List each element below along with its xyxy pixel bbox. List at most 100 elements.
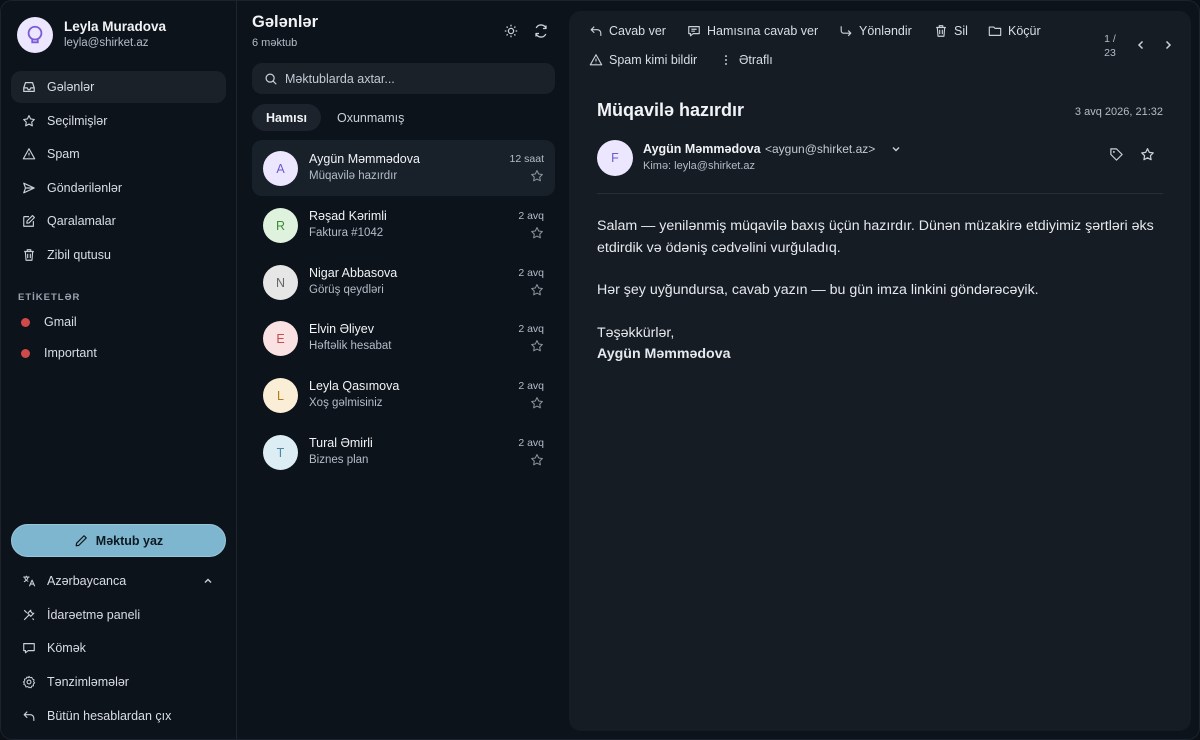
star-icon[interactable]	[530, 169, 544, 183]
body-signature: Aygün Məmmədova	[597, 346, 731, 362]
sidebar-item-label: Tənzimləmələr	[47, 675, 129, 690]
message-sender: Nigar Abbasova	[309, 266, 398, 280]
chevron-up-icon	[204, 578, 212, 583]
more-button[interactable]: Ətraflı	[719, 50, 773, 70]
message-time: 2 avq	[518, 323, 544, 335]
message-sender: Leyla Qasımova	[309, 379, 400, 393]
sender-avatar: A	[263, 151, 298, 186]
forward-label: Yönləndir	[859, 24, 912, 38]
message-time: 2 avq	[518, 437, 544, 449]
message-subject: Faktura #1042	[309, 227, 384, 239]
star-icon[interactable]	[530, 339, 544, 353]
sidebar-item-inbox[interactable]: Gələnlər	[11, 71, 226, 103]
trash-icon	[24, 249, 34, 261]
sidebar-item-starred[interactable]: Seçilmişlər	[11, 105, 226, 137]
message-time: 2 avq	[518, 380, 544, 392]
reply-all-button[interactable]: Hamısına cavab ver	[687, 21, 818, 41]
message-subject: Həftəlik hesabat	[309, 340, 392, 352]
sidebar-item-logout-all[interactable]: Bütün hesablardan çıx	[11, 700, 226, 732]
trash-icon	[936, 25, 946, 37]
sidebar-item-label: İdarəetmə paneli	[47, 607, 141, 622]
sidebar-item-settings[interactable]: Tənzimləmələr	[11, 666, 226, 698]
message-icon	[688, 26, 700, 37]
tools-icon	[23, 609, 35, 620]
delete-button[interactable]: Sil	[934, 21, 968, 41]
refresh-icon[interactable]	[533, 23, 549, 39]
sidebar-item-sent[interactable]: Göndərilənlər	[11, 172, 226, 204]
compose-label: Məktub yaz	[95, 533, 164, 548]
message-sender: Rəşad Kərimli	[309, 209, 387, 223]
search-box[interactable]	[252, 63, 555, 94]
sidebar-item-drafts[interactable]: Qaralamalar	[11, 205, 226, 237]
tab-all[interactable]: Hamısı	[252, 104, 321, 131]
account-name: Leyla Muradova	[64, 19, 167, 34]
sidebar-item-label: Gələnlər	[47, 80, 95, 94]
account-switcher[interactable]: Leyla Muradova leyla@shirket.az	[17, 17, 166, 53]
move-label: Köçür	[1008, 24, 1041, 38]
message-time: 12 saat	[509, 153, 544, 165]
chevron-down-icon[interactable]	[890, 143, 902, 155]
message-row[interactable]: A Aygün Məmmədova Müqavilə hazırdır 12 s…	[252, 140, 555, 196]
sender-avatar: L	[263, 378, 298, 413]
sidebar-item-label: Seçilmişlər	[47, 113, 108, 128]
message-time: 2 avq	[518, 267, 544, 279]
star-icon[interactable]	[530, 226, 544, 240]
warning-icon	[22, 148, 36, 160]
move-button[interactable]: Köçür	[988, 21, 1041, 41]
sender-email: <aygun@shirket.az>	[765, 142, 876, 156]
theme-toggle-icon[interactable]	[503, 23, 519, 39]
message-count: 6 məktub	[252, 37, 298, 49]
sidebar-item-spam[interactable]: Spam	[11, 138, 226, 170]
message-subject: Biznes plan	[309, 454, 369, 466]
message-row[interactable]: N Nigar Abbasova Görüş qeydləri 2 avq	[252, 254, 555, 310]
star-icon[interactable]	[530, 453, 544, 467]
mail-app: Leyla Muradova leyla@shirket.az Gələnlər…	[0, 0, 1200, 740]
chevron-right-icon[interactable]	[1161, 38, 1175, 52]
settings-icon	[22, 675, 36, 689]
star-icon[interactable]	[1140, 147, 1155, 162]
bulb-icon	[27, 25, 43, 44]
message-row[interactable]: T Tural Əmirli Biznes plan 2 avq	[252, 424, 555, 480]
forward-button[interactable]: Yönləndir	[839, 21, 912, 41]
reply-all-label: Hamısına cavab ver	[707, 24, 819, 38]
message-row[interactable]: E Elvin Əliyev Həftəlik hesabat 2 avq	[252, 310, 555, 366]
inbox-icon	[23, 82, 35, 92]
compose-button[interactable]: Məktub yaz	[11, 524, 226, 557]
message-sender: Aygün Məmmədova	[309, 152, 420, 166]
sidebar-item-help[interactable]: Kömək	[11, 632, 226, 664]
message-sender: Tural Əmirli	[309, 436, 373, 450]
chevron-left-icon[interactable]	[1134, 38, 1148, 52]
body-paragraph: Salam — yenilənmiş müqavilə baxış üçün h…	[597, 218, 1154, 256]
language-label: Azərbaycanca	[47, 574, 127, 588]
sidebar-item-trash[interactable]: Zibil qutusu	[11, 239, 226, 271]
reply-button[interactable]: Cavab ver	[589, 21, 666, 41]
recipient-line: Kimə: leyla@shirket.az	[643, 160, 756, 172]
label-name: Gmail	[44, 315, 77, 329]
sidebar-item-admin-panel[interactable]: İdarəetmə paneli	[11, 599, 226, 631]
label-color-dot	[21, 317, 30, 327]
filter-tabs: Hamısı Oxunmamış	[252, 104, 420, 131]
tag-icon[interactable]	[1109, 147, 1124, 162]
star-icon[interactable]	[530, 396, 544, 410]
report-spam-label: Spam kimi bildir	[609, 53, 698, 67]
message-row[interactable]: L Leyla Qasımova Xoş gəlmisiniz 2 avq	[252, 367, 555, 423]
message-row[interactable]: R Rəşad Kərimli Faktura #1042 2 avq	[252, 197, 555, 253]
star-icon[interactable]	[530, 283, 544, 297]
label-name: Important	[44, 346, 97, 360]
tab-unread[interactable]: Oxunmamış	[323, 104, 418, 131]
sidebar-item-label: Kömək	[47, 641, 86, 656]
search-input[interactable]	[285, 71, 535, 86]
message-body: Salam — yenilənmiş müqavilə baxış üçün h…	[597, 216, 1167, 366]
star-icon	[23, 114, 35, 126]
message-sender: Elvin Əliyev	[309, 322, 374, 336]
language-selector[interactable]: Azərbaycanca	[11, 565, 226, 597]
label-gmail[interactable]: Gmail	[21, 312, 77, 332]
reply-icon	[590, 26, 602, 36]
report-spam-button[interactable]: Spam kimi bildir	[589, 50, 697, 70]
message-subject: Xoş gəlmisiniz	[309, 397, 383, 409]
sidebar: Leyla Muradova leyla@shirket.az Gələnlər…	[1, 1, 237, 739]
sender-avatar: N	[263, 265, 298, 300]
sidebar-item-label: Bütün hesablardan çıx	[47, 708, 172, 723]
sender-avatar: F	[597, 140, 633, 176]
label-important[interactable]: Important	[21, 343, 97, 363]
